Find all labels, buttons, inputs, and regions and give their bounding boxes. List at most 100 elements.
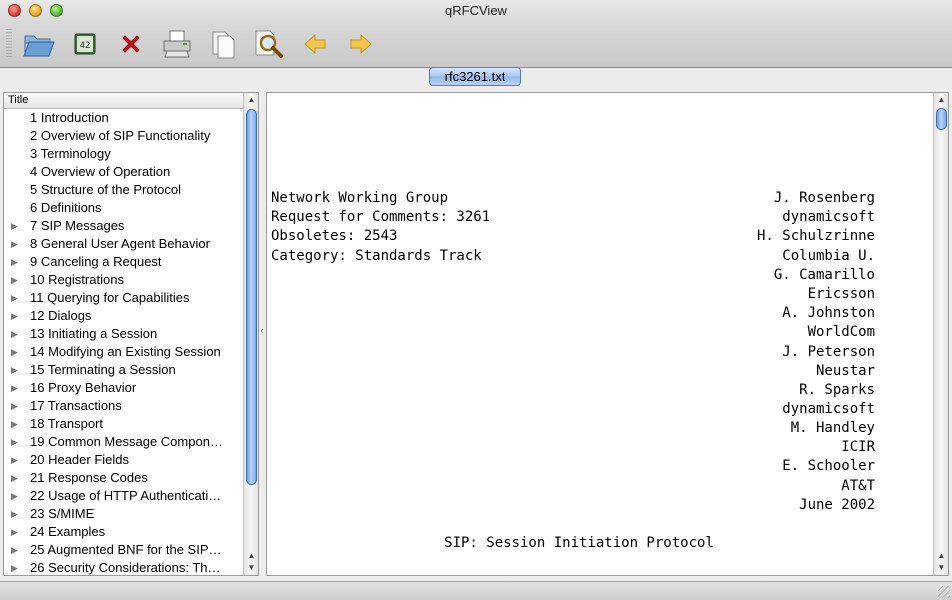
- toc-item-label: 20 Header Fields: [30, 452, 129, 467]
- doc-author-line: dynamicsoft: [782, 401, 875, 417]
- document-view[interactable]: Network Working Group Request for Commen…: [266, 92, 949, 576]
- toc-item-label: 2 Overview of SIP Functionality: [30, 128, 211, 143]
- document-scrollbar[interactable]: ▲ ▲ ▼: [933, 93, 948, 575]
- doc-line: Network Working Group: [271, 190, 449, 206]
- toc-column-header[interactable]: Title: [4, 93, 244, 109]
- doc-author-line: R. Sparks: [799, 382, 875, 398]
- copy-button[interactable]: [200, 25, 246, 63]
- doc-author-line: J. Peterson: [782, 344, 875, 360]
- scroll-up-arrow-icon[interactable]: ▲: [936, 94, 947, 106]
- toc-item[interactable]: ▶ 17 Transactions: [4, 397, 242, 415]
- toc-item[interactable]: ▶ 14 Modifying an Existing Session: [4, 343, 242, 361]
- toc-item-label: 9 Canceling a Request: [30, 254, 162, 269]
- toc-item-label: 18 Transport: [30, 416, 103, 431]
- doc-line: Obsoletes: 2543: [271, 228, 398, 244]
- toolbar-grip[interactable]: [6, 29, 12, 59]
- expand-triangle-icon[interactable]: ▶: [11, 307, 18, 325]
- toc-item[interactable]: ▶ 9 Canceling a Request: [4, 253, 242, 271]
- expand-triangle-icon[interactable]: ▶: [11, 469, 18, 487]
- expand-triangle-icon[interactable]: ▶: [11, 451, 18, 469]
- toc-item[interactable]: ▶ 23 S/MIME: [4, 505, 242, 523]
- expand-triangle-icon[interactable]: ▶: [11, 217, 18, 235]
- toc-item[interactable]: ▶ 18 Transport: [4, 415, 242, 433]
- forward-button[interactable]: [338, 25, 384, 63]
- toc-item[interactable]: ▶ 10 Registrations: [4, 271, 242, 289]
- number-42-icon: 42: [74, 33, 96, 55]
- toc-scrollbar[interactable]: ▲ ▲ ▼: [243, 93, 258, 575]
- toc-item[interactable]: ▶ 13 Initiating a Session: [4, 325, 242, 343]
- document-scroll-thumb[interactable]: [936, 108, 947, 130]
- toc-item[interactable]: ▶ 11 Querying for Capabilities: [4, 289, 242, 307]
- doc-author-line: J. Rosenberg: [773, 190, 875, 206]
- doc-author-line: E. Schooler: [782, 458, 875, 474]
- toc-item[interactable]: ▶ 22 Usage of HTTP Authenticati…: [4, 487, 242, 505]
- doc-author-line: June 2002: [799, 497, 875, 513]
- expand-triangle-icon[interactable]: ▶: [11, 505, 18, 523]
- doc-author-line: A. Johnston: [782, 305, 875, 321]
- expand-triangle-icon[interactable]: ▶: [11, 559, 18, 575]
- expand-triangle-icon[interactable]: ▶: [11, 235, 18, 253]
- open-button[interactable]: [16, 25, 62, 63]
- expand-triangle-icon[interactable]: ▶: [11, 271, 18, 289]
- expand-triangle-icon[interactable]: ▶: [11, 289, 18, 307]
- back-button[interactable]: [292, 25, 338, 63]
- toc-item[interactable]: ▶ 12 Dialogs: [4, 307, 242, 325]
- scroll-up-arrow-icon[interactable]: ▲: [246, 94, 257, 106]
- toc-item[interactable]: 4 Overview of Operation: [4, 163, 242, 181]
- expand-triangle-icon[interactable]: ▶: [11, 343, 18, 361]
- toc-item[interactable]: 3 Terminology: [4, 145, 242, 163]
- scroll-up-arrow-icon[interactable]: ▲: [936, 550, 947, 562]
- toc-item[interactable]: ▶ 19 Common Message Compon…: [4, 433, 242, 451]
- toc-item-label: 1 Introduction: [30, 110, 109, 125]
- toc-item[interactable]: ▶ 7 SIP Messages: [4, 217, 242, 235]
- close-document-button[interactable]: [108, 25, 154, 63]
- expand-triangle-icon[interactable]: ▶: [11, 397, 18, 415]
- resize-grip-icon[interactable]: [938, 586, 950, 598]
- expand-triangle-icon[interactable]: ▶: [11, 325, 18, 343]
- print-button[interactable]: [154, 25, 200, 63]
- toc-item[interactable]: ▶ 21 Response Codes: [4, 469, 242, 487]
- doc-author-line: ICIR: [841, 439, 875, 455]
- expand-triangle-icon[interactable]: ▶: [11, 253, 18, 271]
- toc-item[interactable]: 1 Introduction: [4, 109, 242, 127]
- doc-author-line: dynamicsoft: [782, 209, 875, 225]
- toc-item[interactable]: ▶ 24 Examples: [4, 523, 242, 541]
- toc-item[interactable]: ▶ 26 Security Considerations: Th…: [4, 559, 242, 575]
- toc-item[interactable]: ▶ 15 Terminating a Session: [4, 361, 242, 379]
- tab-document[interactable]: rfc3261.txt: [429, 67, 521, 86]
- expand-triangle-icon[interactable]: ▶: [11, 433, 18, 451]
- toc-item[interactable]: ▶ 8 General User Agent Behavior: [4, 235, 242, 253]
- expand-triangle-icon[interactable]: ▶: [11, 541, 18, 559]
- doc-author-line: AT&T: [841, 478, 875, 494]
- scroll-up-arrow-icon[interactable]: ▲: [246, 550, 257, 562]
- printer-icon: [163, 30, 191, 58]
- expand-triangle-icon[interactable]: ▶: [11, 523, 18, 541]
- toc-item-label: 6 Definitions: [30, 200, 102, 215]
- toc-item[interactable]: 6 Definitions: [4, 199, 242, 217]
- toc-item[interactable]: ▶ 25 Augmented BNF for the SIP…: [4, 541, 242, 559]
- goto-button[interactable]: 42: [62, 25, 108, 63]
- expand-triangle-icon[interactable]: ▶: [11, 415, 18, 433]
- document-text: Network Working Group Request for Commen…: [271, 93, 931, 575]
- toc-item-label: 25 Augmented BNF for the SIP…: [30, 542, 222, 557]
- scroll-down-arrow-icon[interactable]: ▼: [936, 562, 947, 574]
- toc-item-label: 5 Structure of the Protocol: [30, 182, 182, 197]
- expand-triangle-icon[interactable]: ▶: [11, 361, 18, 379]
- toc-item-label: 3 Terminology: [30, 146, 111, 161]
- toc-scroll-thumb[interactable]: [246, 109, 257, 485]
- toc-item[interactable]: ▶ 16 Proxy Behavior: [4, 379, 242, 397]
- toc-item-label: 22 Usage of HTTP Authenticati…: [30, 488, 222, 503]
- scroll-down-arrow-icon[interactable]: ▼: [246, 562, 257, 574]
- toc-item[interactable]: ▶ 20 Header Fields: [4, 451, 242, 469]
- toc-item[interactable]: 2 Overview of SIP Functionality: [4, 127, 242, 145]
- window-title: qRFCView: [445, 3, 507, 18]
- toc-item[interactable]: 5 Structure of the Protocol: [4, 181, 242, 199]
- find-button[interactable]: [246, 25, 292, 63]
- doc-author-line: Columbia U.: [782, 248, 875, 264]
- expand-triangle-icon[interactable]: ▶: [11, 379, 18, 397]
- splitter-handle[interactable]: ‹: [259, 326, 265, 336]
- toc-panel: Title 1 Introduction 2 Overview of SIP Fu…: [3, 92, 259, 576]
- doc-author-line: M. Handley: [790, 420, 875, 436]
- toc-item-label: 17 Transactions: [30, 398, 122, 413]
- expand-triangle-icon[interactable]: ▶: [11, 487, 18, 505]
